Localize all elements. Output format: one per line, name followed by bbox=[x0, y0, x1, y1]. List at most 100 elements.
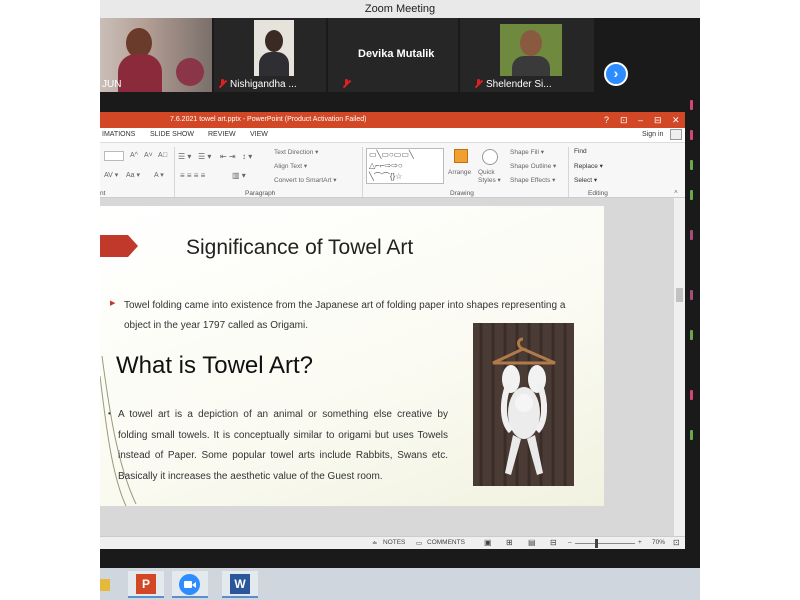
zoom-level[interactable]: 70% bbox=[652, 539, 665, 546]
slide-title: Significance of Towel Art bbox=[186, 236, 414, 259]
minimize-button[interactable]: – bbox=[638, 112, 643, 128]
status-bar: ≐ NOTES ▭ COMMENTS ▣ ⊞ ▤ ⊟ – + 70% ⊡ bbox=[100, 536, 685, 549]
towel-art-photo bbox=[473, 323, 574, 486]
zoom-in-icon[interactable]: + bbox=[638, 539, 642, 546]
folder-icon bbox=[100, 579, 110, 591]
notes-button[interactable]: NOTES bbox=[383, 539, 405, 546]
shape-effects-button[interactable]: Shape Effects ▾ bbox=[510, 176, 555, 184]
participant-video bbox=[500, 24, 562, 76]
text-direction-button[interactable]: Text Direction ▾ bbox=[274, 148, 318, 156]
quick-styles-button[interactable]: Quick Styles ▾ bbox=[478, 169, 502, 185]
shapes-gallery[interactable]: ▭╲▭○▭▭╲ △⌐⌐⇨⇨○ ╲⌒⌒{}☆ bbox=[366, 148, 444, 184]
reading-view-icon[interactable]: ▤ bbox=[528, 538, 536, 547]
participant-tile[interactable]: Devika Mutalik bbox=[328, 18, 458, 92]
participant-head bbox=[265, 30, 283, 52]
quick-styles-icon[interactable] bbox=[482, 149, 498, 165]
zoom-app-icon bbox=[179, 574, 200, 595]
comments-icon[interactable]: ▭ bbox=[416, 539, 422, 547]
taskbar-powerpoint[interactable]: P bbox=[128, 571, 164, 598]
taskbar-zoom[interactable] bbox=[172, 571, 208, 598]
participant-tile[interactable]: JUN bbox=[100, 18, 212, 92]
participant-tile[interactable]: Shelender Si... bbox=[460, 18, 594, 92]
line-spacing-icon[interactable]: ↕ ▾ bbox=[242, 152, 252, 161]
edge-marker bbox=[690, 230, 693, 240]
edge-marker bbox=[690, 390, 693, 400]
next-participants-button[interactable]: › bbox=[604, 62, 628, 86]
bullet-dot-icon: • bbox=[108, 409, 111, 418]
zoom-participant-strip: JUN Nishigandha ... Devika Mutalik Shele… bbox=[100, 18, 700, 92]
edge-marker bbox=[690, 190, 693, 200]
muted-mic-icon bbox=[218, 79, 227, 88]
char-spacing-icon[interactable]: AV ▾ bbox=[104, 171, 118, 179]
word-icon: W bbox=[230, 574, 250, 594]
drawing-group-label: Drawing bbox=[450, 190, 474, 197]
ribbon-display-button[interactable]: ⊡ bbox=[620, 112, 628, 128]
restore-button[interactable]: ⊟ bbox=[654, 112, 662, 128]
select-button[interactable]: Select ▾ bbox=[574, 176, 597, 184]
tab-view[interactable]: VIEW bbox=[250, 131, 268, 138]
vertical-scrollbar[interactable] bbox=[674, 198, 685, 536]
zoom-out-icon[interactable]: – bbox=[568, 539, 572, 546]
shape-outline-button[interactable]: Shape Outline ▾ bbox=[510, 162, 556, 170]
sign-in-link[interactable]: Sign in bbox=[642, 131, 663, 138]
muted-mic-icon bbox=[342, 79, 351, 88]
fit-to-window-icon[interactable]: ⊡ bbox=[673, 538, 680, 547]
remote-screen: Zoom Meeting JUN Nishigandha ... Devika … bbox=[100, 0, 700, 600]
powerpoint-title: 7.6.2021 towel art.pptx - PowerPoint (Pr… bbox=[170, 116, 367, 123]
change-case-icon[interactable]: Aa ▾ bbox=[126, 171, 140, 179]
edge-marker bbox=[690, 100, 693, 110]
slide-sorter-icon[interactable]: ⊞ bbox=[506, 538, 513, 547]
arrange-icon[interactable] bbox=[454, 149, 468, 163]
zoom-slider[interactable] bbox=[575, 543, 635, 544]
editing-group-label: Editing bbox=[588, 190, 608, 197]
tab-slide-show[interactable]: SLIDE SHOW bbox=[150, 131, 194, 138]
columns-icon[interactable]: ▥ ▾ bbox=[232, 171, 246, 180]
participant-object bbox=[176, 58, 204, 86]
help-button[interactable]: ? bbox=[604, 112, 609, 128]
participant-body bbox=[512, 56, 550, 76]
align-icons[interactable]: ≡ ≡ ≡ ≡ bbox=[180, 171, 205, 180]
ribbon: A^ A˅ A⃠ AV ▾ Aa ▾ A ▾ nt ☰ ▾ ☰ ▾ ⇤ ⇥ ↕ … bbox=[100, 142, 685, 198]
indent-icon[interactable]: ⇤ ⇥ bbox=[220, 152, 236, 161]
font-color-icon[interactable]: A ▾ bbox=[154, 171, 164, 179]
find-button[interactable]: Find bbox=[574, 148, 587, 155]
taskbar-word[interactable]: W bbox=[222, 571, 258, 598]
normal-view-icon[interactable]: ▣ bbox=[484, 538, 492, 547]
slide-canvas[interactable]: Significance of Towel Art ▶ Towel foldin… bbox=[100, 206, 604, 506]
close-button[interactable]: ✕ bbox=[672, 112, 680, 128]
powerpoint-icon: P bbox=[136, 574, 156, 594]
participant-video bbox=[254, 20, 294, 76]
participant-tile[interactable]: Nishigandha ... bbox=[214, 18, 326, 92]
convert-smartart-button[interactable]: Convert to SmartArt ▾ bbox=[274, 176, 337, 184]
bullets-icon[interactable]: ☰ ▾ bbox=[178, 152, 191, 161]
muted-mic-icon bbox=[474, 79, 483, 88]
arrange-button[interactable]: Arrange bbox=[448, 169, 471, 176]
shrink-font-icon[interactable]: A˅ bbox=[144, 152, 153, 159]
zoom-window-title: Zoom Meeting bbox=[100, 0, 700, 18]
group-separator bbox=[174, 147, 175, 197]
taskbar-file-explorer[interactable] bbox=[100, 571, 114, 598]
numbering-icon[interactable]: ☰ ▾ bbox=[198, 152, 211, 161]
group-separator bbox=[568, 147, 569, 197]
comments-button[interactable]: COMMENTS bbox=[427, 539, 465, 546]
zoom-slider-thumb[interactable] bbox=[595, 539, 598, 548]
paragraph-group-label: Paragraph bbox=[245, 190, 276, 197]
shape-fill-button[interactable]: Shape Fill ▾ bbox=[510, 148, 544, 156]
collapse-ribbon-icon[interactable]: ˄ bbox=[674, 189, 678, 196]
align-text-button[interactable]: Align Text ▾ bbox=[274, 162, 307, 170]
grow-font-icon[interactable]: A^ bbox=[130, 152, 138, 159]
notes-icon[interactable]: ≐ bbox=[372, 539, 377, 547]
tab-animations[interactable]: IMATIONS bbox=[102, 131, 135, 138]
scrollbar-thumb[interactable] bbox=[676, 288, 683, 302]
user-avatar-icon[interactable] bbox=[670, 129, 682, 140]
tab-review[interactable]: REVIEW bbox=[208, 131, 236, 138]
participant-name: JUN bbox=[102, 79, 122, 90]
font-size-box[interactable] bbox=[104, 151, 124, 161]
clear-formatting-icon[interactable]: A⃠ bbox=[158, 152, 168, 159]
edge-marker bbox=[690, 160, 693, 170]
slide-heading-2: What is Towel Art? bbox=[116, 352, 313, 379]
desktop-edge bbox=[700, 0, 800, 600]
slideshow-icon[interactable]: ⊟ bbox=[550, 538, 557, 547]
slide-bullet-2: A towel art is a depiction of an animal … bbox=[118, 409, 448, 482]
replace-button[interactable]: Replace ▾ bbox=[574, 162, 603, 170]
